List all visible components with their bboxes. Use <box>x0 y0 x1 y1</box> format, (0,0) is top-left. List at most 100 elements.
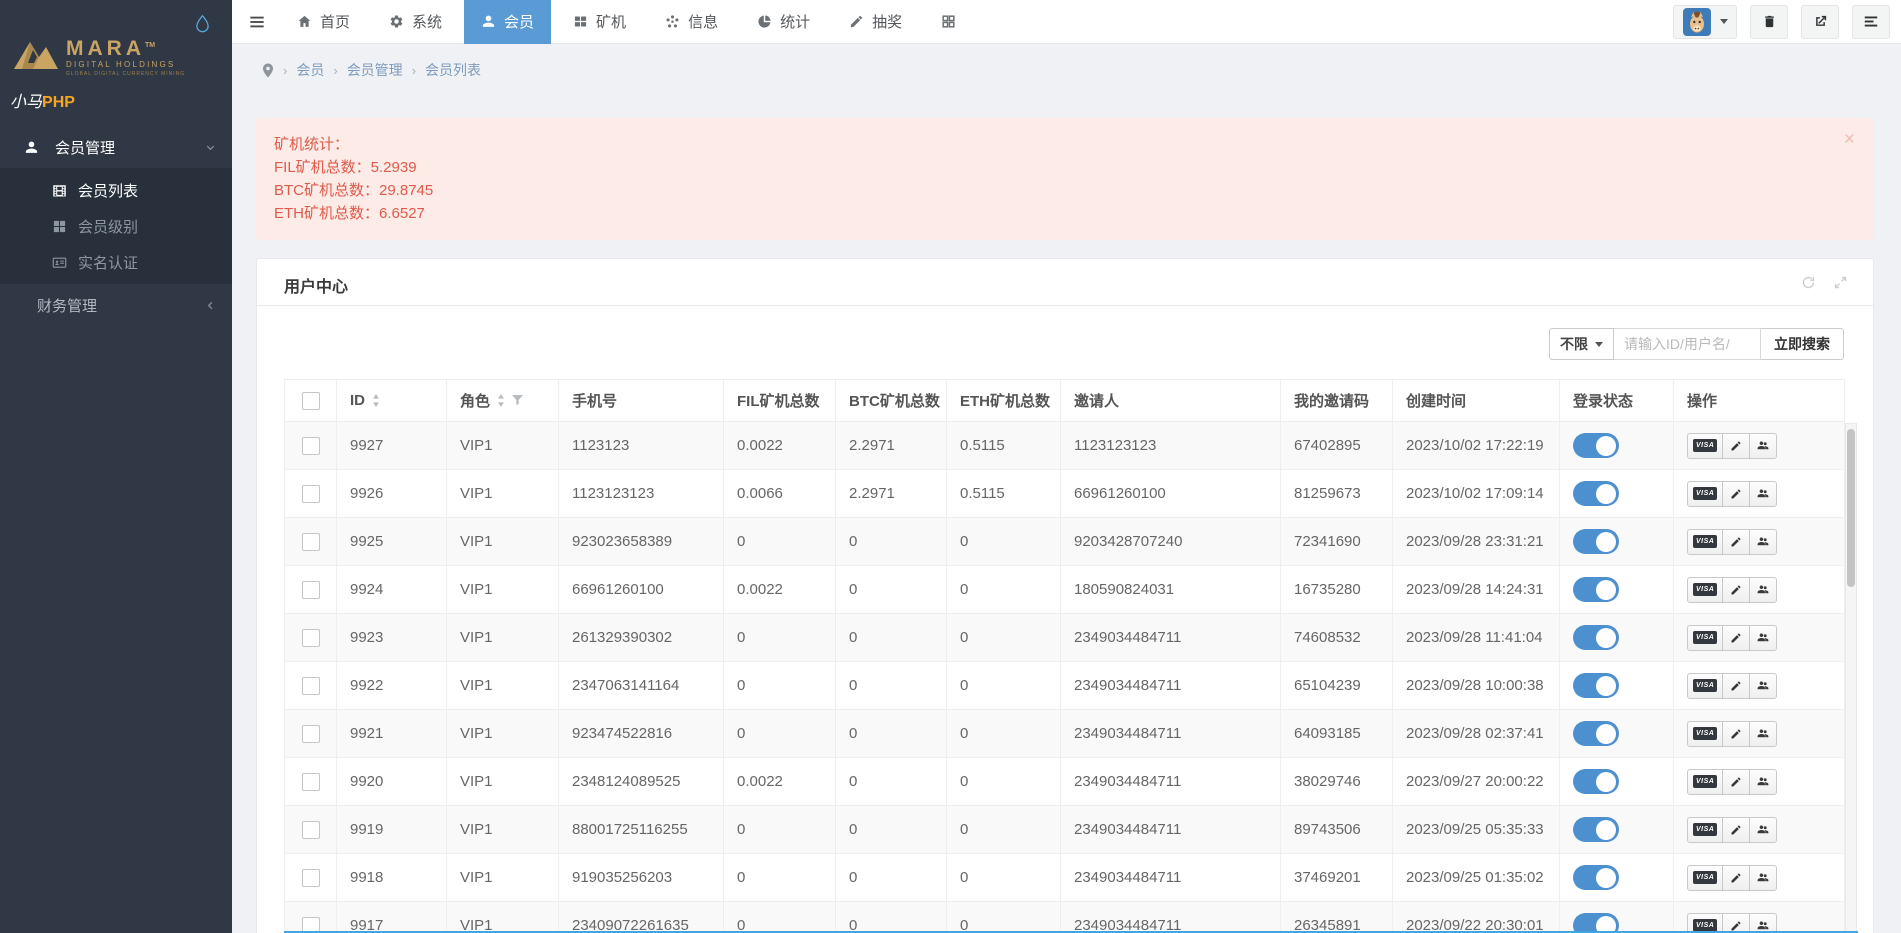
nav-tab-system[interactable]: 系统 <box>372 0 459 44</box>
cell-id: 9921 <box>337 710 447 758</box>
nav-tab-message[interactable]: 信息 <box>648 0 735 44</box>
login-status-toggle[interactable] <box>1573 529 1619 554</box>
cell-fil-total: 0.0022 <box>724 566 836 614</box>
filter-funnel-icon[interactable] <box>512 395 523 406</box>
hamburger-menu-icon[interactable] <box>248 14 266 30</box>
sort-icon[interactable] <box>372 394 380 407</box>
list-menu-button[interactable] <box>1852 5 1890 39</box>
row-checkbox[interactable] <box>302 773 320 791</box>
edit-button[interactable] <box>1722 865 1750 891</box>
sort-icon[interactable] <box>497 394 505 407</box>
fullscreen-expand-icon[interactable] <box>1833 275 1848 290</box>
sidebar-item-label: 财务管理 <box>37 295 97 316</box>
nav-tab-statistics[interactable]: 统计 <box>740 0 827 44</box>
login-status-toggle[interactable] <box>1573 577 1619 602</box>
nav-tab-lottery[interactable]: 抽奖 <box>832 0 919 44</box>
visa-action-button[interactable]: VISA <box>1687 577 1723 603</box>
login-status-toggle[interactable] <box>1573 817 1619 842</box>
sidebar-item-member-level[interactable]: 会员级别 <box>0 208 232 244</box>
pencil-icon <box>1730 584 1742 596</box>
visa-action-button[interactable]: VISA <box>1687 817 1723 843</box>
cell-role: VIP1 <box>447 614 559 662</box>
search-input[interactable] <box>1614 328 1761 360</box>
edit-button[interactable] <box>1722 673 1750 699</box>
user-avatar-dropdown[interactable] <box>1673 5 1737 39</box>
row-checkbox[interactable] <box>302 581 320 599</box>
pencil-icon <box>1730 920 1742 932</box>
login-status-toggle[interactable] <box>1573 433 1619 458</box>
edit-button[interactable] <box>1722 529 1750 555</box>
edit-button[interactable] <box>1722 817 1750 843</box>
team-button[interactable] <box>1749 529 1777 555</box>
scrollbar-thumb[interactable] <box>1847 429 1855 587</box>
refresh-icon[interactable] <box>1801 275 1816 290</box>
scope-filter-dropdown[interactable]: 不限 <box>1549 328 1614 360</box>
login-status-toggle[interactable] <box>1573 769 1619 794</box>
visa-action-button[interactable]: VISA <box>1687 721 1723 747</box>
visa-action-button[interactable]: VISA <box>1687 865 1723 891</box>
login-status-toggle[interactable] <box>1573 913 1619 933</box>
column-header-id[interactable]: ID <box>337 380 447 422</box>
visa-action-button[interactable]: VISA <box>1687 625 1723 651</box>
edit-button[interactable] <box>1722 913 1750 933</box>
row-checkbox[interactable] <box>302 725 320 743</box>
visa-action-button[interactable]: VISA <box>1687 673 1723 699</box>
team-button[interactable] <box>1749 673 1777 699</box>
team-button[interactable] <box>1749 865 1777 891</box>
edit-button[interactable] <box>1722 769 1750 795</box>
visa-action-button[interactable]: VISA <box>1687 529 1723 555</box>
team-button[interactable] <box>1749 433 1777 459</box>
sidebar-item-identity-verification[interactable]: 实名认证 <box>0 244 232 280</box>
nav-grid-button[interactable] <box>924 0 981 44</box>
search-button[interactable]: 立即搜索 <box>1761 328 1844 360</box>
team-button[interactable] <box>1749 769 1777 795</box>
visa-action-button[interactable]: VISA <box>1687 433 1723 459</box>
row-checkbox[interactable] <box>302 629 320 647</box>
team-button[interactable] <box>1749 625 1777 651</box>
visa-action-button[interactable]: VISA <box>1687 481 1723 507</box>
team-button[interactable] <box>1749 817 1777 843</box>
droplet-icon[interactable] <box>195 14 210 35</box>
main-content: › 会员 › 会员管理 › 会员列表 矿机统计： FIL矿机总数：5.2939 … <box>232 44 1901 933</box>
login-status-toggle[interactable] <box>1573 673 1619 698</box>
team-button[interactable] <box>1749 577 1777 603</box>
login-status-toggle[interactable] <box>1573 721 1619 746</box>
cell-id: 9918 <box>337 854 447 902</box>
row-checkbox[interactable] <box>302 677 320 695</box>
table-scrollbar[interactable] <box>1845 423 1857 933</box>
edit-button[interactable] <box>1722 481 1750 507</box>
sidebar-item-member-management[interactable]: 会员管理 <box>0 126 232 168</box>
edit-button[interactable] <box>1722 577 1750 603</box>
row-checkbox[interactable] <box>302 821 320 839</box>
row-checkbox[interactable] <box>302 869 320 887</box>
team-button[interactable] <box>1749 913 1777 933</box>
cell-id: 9923 <box>337 614 447 662</box>
row-checkbox[interactable] <box>302 485 320 503</box>
column-header-role[interactable]: 角色 <box>447 380 559 422</box>
breadcrumb-member-management[interactable]: 会员管理 <box>347 60 403 80</box>
sidebar-item-member-list[interactable]: 会员列表 <box>0 172 232 208</box>
trash-button[interactable] <box>1750 5 1788 39</box>
login-status-toggle[interactable] <box>1573 481 1619 506</box>
select-all-checkbox[interactable] <box>302 392 320 410</box>
team-button[interactable] <box>1749 721 1777 747</box>
edit-button[interactable] <box>1722 721 1750 747</box>
breadcrumb-member[interactable]: 会员 <box>296 60 324 80</box>
team-button[interactable] <box>1749 481 1777 507</box>
external-link-button[interactable] <box>1801 5 1839 39</box>
nav-tab-home[interactable]: 首页 <box>280 0 367 44</box>
row-checkbox[interactable] <box>302 533 320 551</box>
visa-action-button[interactable]: VISA <box>1687 913 1723 933</box>
alert-close-icon[interactable]: × <box>1844 130 1855 149</box>
cell-inviter: 66961260100 <box>1061 470 1281 518</box>
nav-tab-miner[interactable]: 矿机 <box>556 0 643 44</box>
sidebar-item-finance-management[interactable]: 财务管理 <box>0 284 232 326</box>
nav-tab-member[interactable]: 会员 <box>464 0 551 44</box>
edit-button[interactable] <box>1722 625 1750 651</box>
visa-action-button[interactable]: VISA <box>1687 769 1723 795</box>
breadcrumb-member-list[interactable]: 会员列表 <box>425 60 481 80</box>
row-checkbox[interactable] <box>302 437 320 455</box>
login-status-toggle[interactable] <box>1573 625 1619 650</box>
edit-button[interactable] <box>1722 433 1750 459</box>
login-status-toggle[interactable] <box>1573 865 1619 890</box>
